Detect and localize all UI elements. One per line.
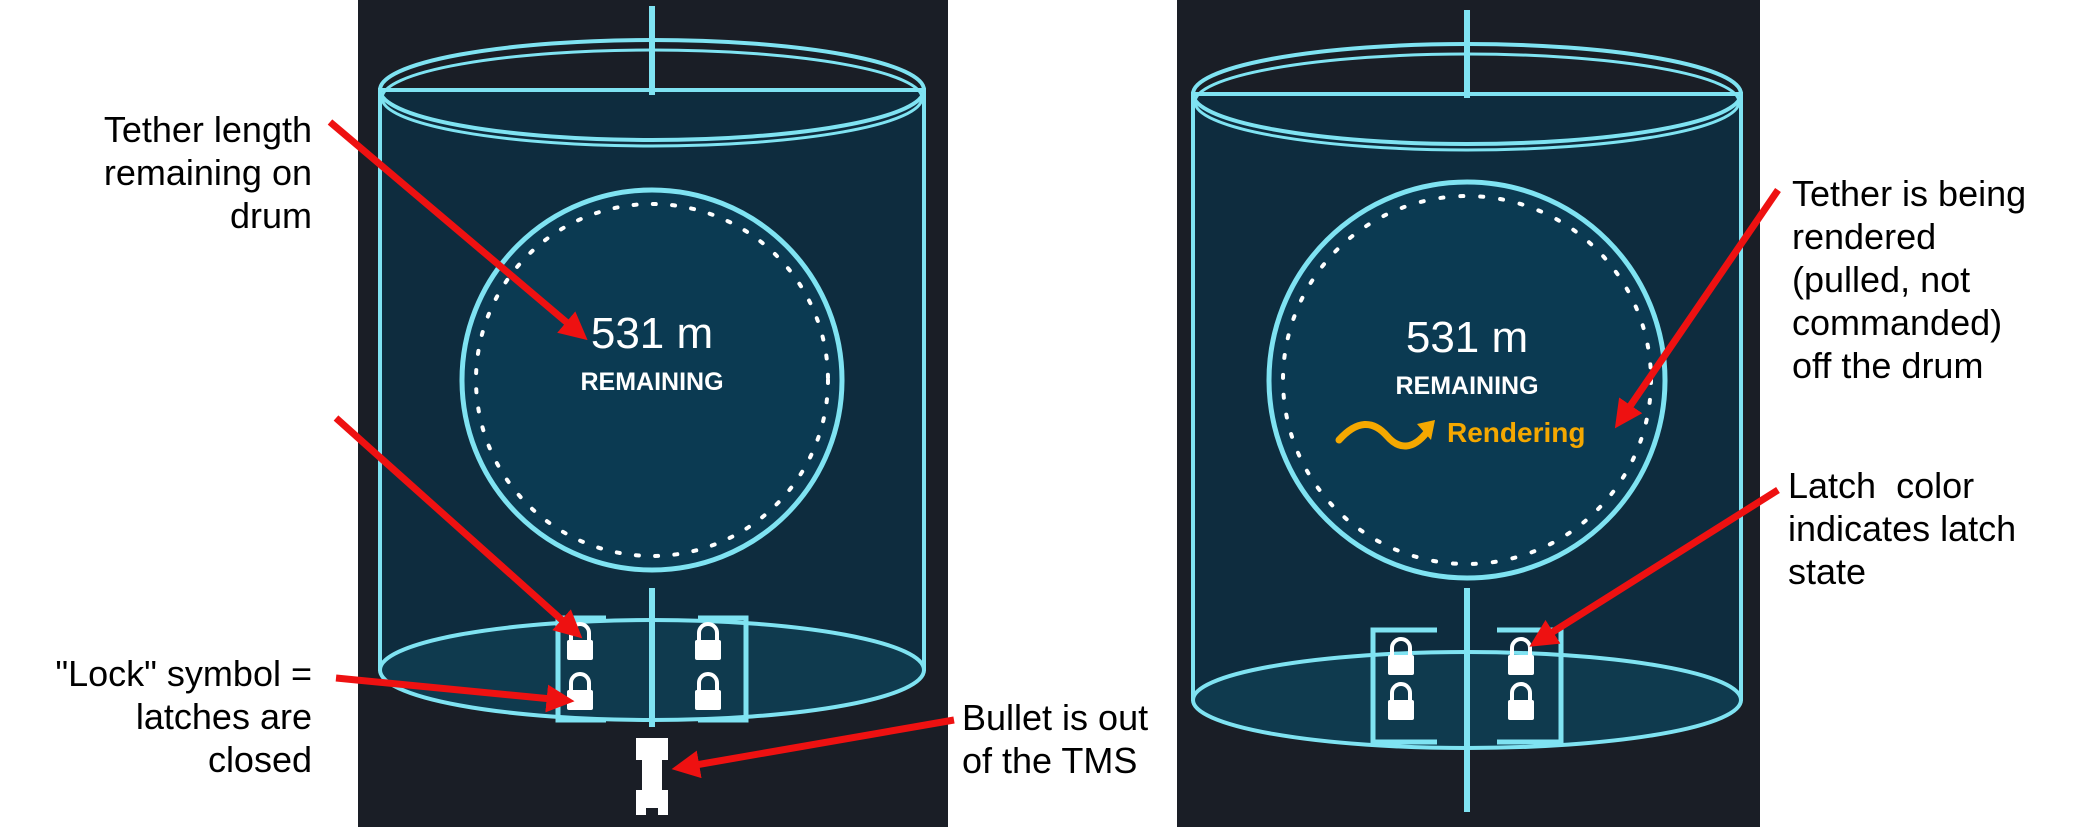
remaining-label: REMAINING	[580, 368, 723, 396]
callout-latch-color: Latch color indicates latch state	[1788, 465, 2017, 592]
drum-diagram-left: 531 m REMAINING	[378, 6, 926, 815]
bullet-icon	[636, 738, 668, 815]
remaining-value: 531 m	[591, 309, 713, 358]
callout-bullet-out: Bullet is out of the TMS	[962, 697, 1149, 781]
tms-display-left: 531 m REMAINING	[358, 0, 948, 827]
callout-lock-symbol: "Lock" symbol = latches are closed	[55, 653, 312, 780]
callout-rendering: Tether is being rendered (pulled, not co…	[1792, 173, 2027, 386]
callout-tether-length: Tether length remaining on drum	[103, 109, 312, 236]
drum-diagram-right: 531 m REMAINING Rendering	[1191, 10, 1743, 812]
remaining-label: REMAINING	[1395, 372, 1538, 400]
status-text: Rendering	[1447, 417, 1585, 448]
tms-display-right: 531 m REMAINING Rendering	[1177, 0, 1760, 827]
remaining-value: 531 m	[1406, 313, 1528, 362]
